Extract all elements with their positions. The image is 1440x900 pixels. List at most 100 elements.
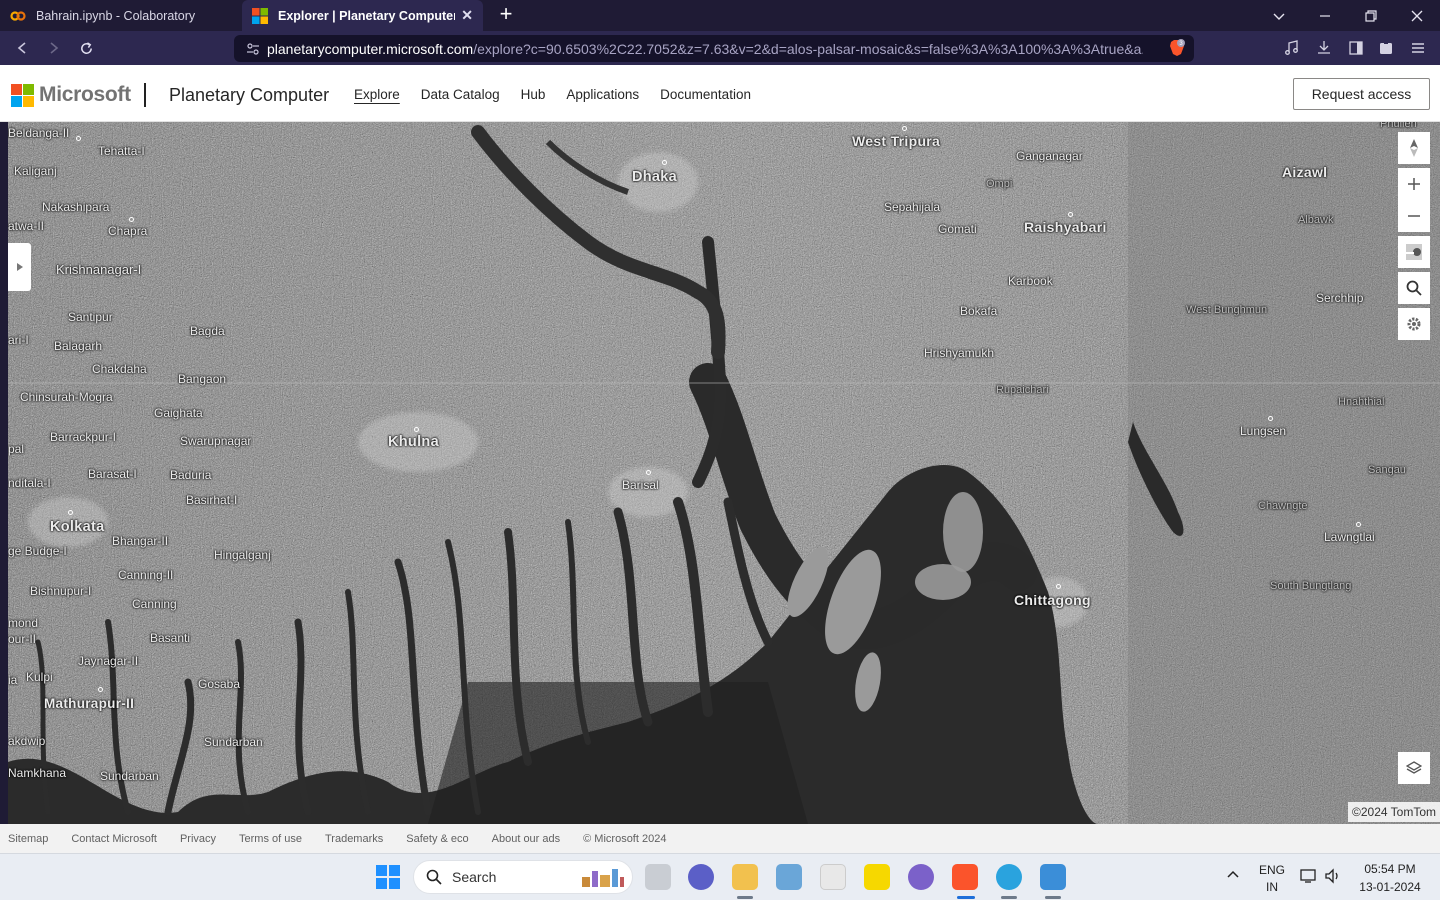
address-bar[interactable]: planetarycomputer.microsoft.com /explore… <box>234 35 1194 62</box>
new-tab-button[interactable]: + <box>494 3 518 27</box>
app-icon[interactable] <box>1040 864 1066 890</box>
request-access-button[interactable]: Request access <box>1293 78 1430 110</box>
footer-link-sitemap[interactable]: Sitemap <box>8 833 48 845</box>
map-label-city: Kolkata <box>50 519 105 535</box>
url-path: /explore?c=90.6503%2C22.7052&z=7.63&v=2&… <box>473 40 1144 57</box>
media-icon[interactable] <box>1280 36 1304 60</box>
minimize-button[interactable] <box>1302 0 1348 31</box>
compass-button[interactable] <box>1398 132 1430 164</box>
menu-icon[interactable] <box>1406 36 1430 60</box>
expand-panel-button[interactable] <box>8 243 31 291</box>
microsoft-store-icon[interactable] <box>820 864 846 890</box>
nav-documentation[interactable]: Documentation <box>660 87 751 102</box>
minus-icon <box>1408 215 1420 217</box>
map-label: Basirhat-I <box>186 493 238 507</box>
brave-browser-icon[interactable] <box>952 864 978 890</box>
nav-hub[interactable]: Hub <box>521 87 546 102</box>
map-label: Rupaichari <box>996 384 1049 396</box>
region-code: IN <box>1266 880 1278 894</box>
map-label: Barasat-I <box>88 467 137 481</box>
map-label: Nakashipara <box>42 200 110 214</box>
search-label: Search <box>452 869 497 885</box>
show-hidden-icons-button[interactable] <box>1226 868 1240 887</box>
zoom-out-button[interactable] <box>1398 200 1430 232</box>
microsoft-logo[interactable]: Microsoft <box>11 83 131 107</box>
tab-colab[interactable]: Bahrain.ipynb - Colaboratory <box>0 0 242 31</box>
forward-button[interactable] <box>42 36 66 60</box>
downloads-icon[interactable] <box>1312 36 1336 60</box>
map-label: Sangau <box>1368 464 1406 476</box>
zoom-in-button[interactable] <box>1398 168 1430 200</box>
clock[interactable]: 05:54 PM 13-01-2024 <box>1352 862 1428 894</box>
layers-button[interactable] <box>1398 752 1430 784</box>
teams-chat-icon[interactable] <box>688 864 714 890</box>
back-arrow-icon <box>17 42 26 54</box>
sticky-notes-icon[interactable] <box>864 864 890 890</box>
footer-link-terms[interactable]: Terms of use <box>239 833 302 845</box>
network-icon[interactable] <box>1300 868 1318 889</box>
map-settings-button[interactable] <box>1398 308 1430 340</box>
map-label: akdwip <box>8 734 46 748</box>
map-label: Sundarban <box>204 735 263 749</box>
reload-icon <box>80 41 92 54</box>
place-marker <box>98 687 103 692</box>
map-label: Bokafa <box>960 304 998 318</box>
product-title[interactable]: Planetary Computer <box>169 85 329 106</box>
nav-applications[interactable]: Applications <box>566 87 639 102</box>
compass-icon <box>1410 139 1418 157</box>
taskbar-search[interactable]: Search <box>413 860 633 894</box>
tab-planetary-computer[interactable]: Explorer | Planetary Computer ✕ <box>242 0 483 31</box>
footer-link-contact[interactable]: Contact Microsoft <box>71 833 157 845</box>
pitch-button[interactable] <box>1398 236 1430 268</box>
close-tab-icon[interactable]: ✕ <box>461 7 473 24</box>
search-highlight-icon <box>582 869 624 887</box>
volume-icon[interactable] <box>1324 868 1342 889</box>
wallet-icon[interactable] <box>1374 36 1398 60</box>
map-label: Serchhip <box>1316 291 1364 305</box>
obsidian-icon[interactable] <box>908 864 934 890</box>
reload-button[interactable] <box>74 36 98 60</box>
place-marker <box>646 470 651 475</box>
place-marker <box>662 160 667 165</box>
file-explorer-icon[interactable] <box>732 864 758 890</box>
map-search-button[interactable] <box>1398 272 1430 304</box>
back-button[interactable] <box>10 36 34 60</box>
map-attribution: ©2024 TomTom <box>1348 802 1440 822</box>
task-view-icon[interactable] <box>645 864 671 890</box>
map-label: Karbook <box>1008 274 1053 288</box>
map-label: our-II <box>8 632 37 646</box>
map-label: Hrishyamukh <box>924 346 995 360</box>
map-label-city: Aizawl <box>1282 164 1328 180</box>
start-button[interactable] <box>376 865 400 889</box>
footer-link-privacy[interactable]: Privacy <box>180 833 216 845</box>
map-label: Gosaba <box>198 677 241 691</box>
nav-data-catalog[interactable]: Data Catalog <box>421 87 500 102</box>
map-label: atwa-II <box>8 219 45 233</box>
browser-toolbar: planetarycomputer.microsoft.com /explore… <box>0 31 1440 65</box>
close-window-button[interactable] <box>1394 0 1440 31</box>
footer-link-safety[interactable]: Safety & eco <box>406 833 468 845</box>
url-host: planetarycomputer.microsoft.com <box>267 40 474 57</box>
footer-link-trademarks[interactable]: Trademarks <box>325 833 383 845</box>
map-label: Canning-II <box>118 568 174 582</box>
map-label: Namkhana <box>8 766 67 780</box>
sidebar-icon[interactable] <box>1344 36 1368 60</box>
tab-search-chevron-icon[interactable] <box>1256 0 1302 31</box>
footer-link-ads[interactable]: About our ads <box>492 833 561 845</box>
telegram-icon[interactable] <box>996 864 1022 890</box>
map-label: Chakdaha <box>92 362 147 376</box>
place-marker <box>129 217 134 222</box>
place-marker <box>902 126 907 131</box>
map-label: Sepahijala <box>884 200 941 214</box>
map-label: Swarupnagar <box>180 434 252 448</box>
photos-icon[interactable] <box>776 864 802 890</box>
brave-shields-icon[interactable]: 3 <box>1168 39 1186 57</box>
restore-button[interactable] <box>1348 0 1394 31</box>
language-indicator[interactable]: ENG IN <box>1256 863 1288 894</box>
nav-explore[interactable]: Explore <box>354 87 400 102</box>
map-canvas[interactable]: Beldanga-II Tehatta-I Kaliganj Nakashipa… <box>8 122 1440 824</box>
map-label: Jaynagar-II <box>78 654 139 668</box>
site-info-icon[interactable] <box>246 42 260 56</box>
map-label: Bhangar-II <box>112 534 169 548</box>
map-label: Bishnupur-I <box>30 584 92 598</box>
